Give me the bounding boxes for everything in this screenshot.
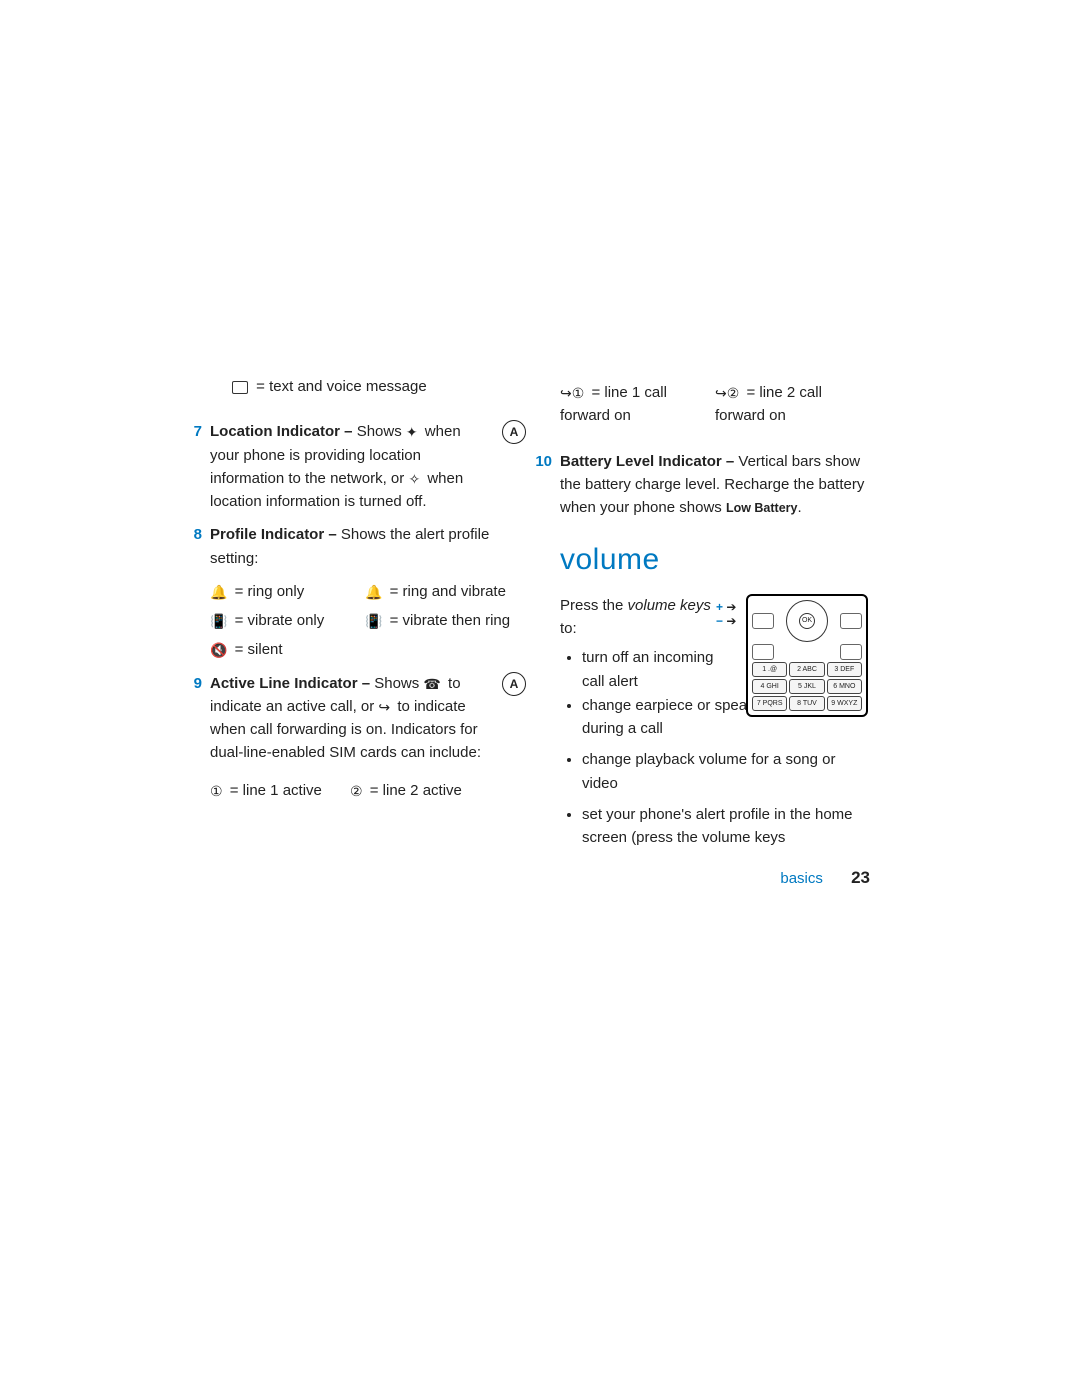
list-item-10: 10 Battery Level Indicator – Vertical ba…	[560, 450, 870, 520]
volume-bullets: turn off an incoming call alert	[560, 646, 730, 693]
key-9: 9 WXYZ	[827, 696, 862, 711]
key-2: 2 ABC	[789, 662, 824, 677]
silent-icon: 🔇	[210, 643, 227, 657]
key-5: 5 JKL	[789, 679, 824, 694]
page-footer: basics 23	[780, 865, 870, 891]
left-column: = text and voice message 7 Location Indi…	[210, 375, 520, 857]
ring-vibrate-icon: 🔔	[365, 585, 382, 599]
line1-active-label: = line 1 active	[230, 782, 322, 799]
key-6: 6 MNO	[827, 679, 862, 694]
call-forward-icon: ↪	[378, 700, 390, 714]
text-voice-icon	[232, 381, 248, 394]
key-1: 1 .@	[752, 662, 787, 677]
line1-active-icon: ①	[210, 784, 223, 798]
vibrate-only-label: = vibrate only	[235, 612, 325, 629]
softkey-right-icon	[840, 613, 862, 629]
item10-dot: .	[797, 499, 801, 516]
key-3: 3 DEF	[827, 662, 862, 677]
vol-intro-a: Press the	[560, 597, 628, 614]
low-battery-text: Low Battery	[726, 501, 798, 515]
line1-fwd-icon: ↪①	[560, 386, 584, 400]
right-column: ↪① = line 1 call forward on ↪② = line 2 …	[560, 375, 870, 857]
phone-keypad-figure: + ➔ − ➔	[746, 594, 870, 717]
location-on-icon: ✦	[406, 425, 418, 439]
item-number: 8	[180, 523, 202, 546]
item-number: 10	[530, 450, 552, 473]
item10-title: Battery Level Indicator –	[560, 453, 734, 470]
vol-intro-b: volume keys	[628, 597, 711, 614]
ring-vibrate-label: = ring and vibrate	[390, 583, 506, 600]
bullet-4: set your phone's alert profile in the ho…	[582, 803, 870, 850]
item-number: 7	[180, 420, 202, 443]
list-item-7: 7 Location Indicator – Shows ✦ when your…	[210, 420, 520, 513]
volume-bullets-cont: change earpiece or speakerphone volume d…	[560, 694, 870, 850]
volume-heading: volume	[560, 537, 870, 584]
line2-active-icon: ②	[350, 784, 363, 798]
list-item-8: 8 Profile Indicator – Shows the alert pr…	[210, 523, 520, 661]
item9-title: Active Line Indicator –	[210, 675, 370, 692]
vibrate-ring-label: = vibrate then ring	[390, 612, 511, 629]
end-key-icon	[840, 644, 862, 660]
page-number: 23	[851, 868, 870, 887]
location-off-icon: ✧	[408, 472, 420, 486]
ring-only-icon: 🔔	[210, 585, 227, 599]
item-number: 9	[180, 672, 202, 695]
accessory-badge-icon: A	[502, 420, 526, 444]
bullet-1: turn off an incoming call alert	[582, 646, 730, 693]
text-voice-row: = text and voice message	[232, 375, 520, 398]
vol-intro-c: to:	[560, 620, 577, 637]
silent-label: = silent	[235, 641, 283, 658]
item7-title: Location Indicator –	[210, 423, 353, 440]
item8-title: Profile Indicator –	[210, 526, 337, 543]
vibrate-only-icon: 📳	[210, 614, 227, 628]
line2-fwd-icon: ↪②	[715, 386, 739, 400]
item9-body-a: Shows	[374, 675, 423, 692]
section-label: basics	[780, 870, 823, 887]
accessory-badge-icon: A	[502, 672, 526, 696]
item7-body-a: Shows	[357, 423, 406, 440]
bullet-3: change playback volume for a song or vid…	[582, 748, 870, 795]
volume-intro: Press the volume keys to: turn off an in…	[560, 594, 730, 693]
softkey-left-icon	[752, 613, 774, 629]
ring-only-label: = ring only	[235, 583, 305, 600]
list-item-9: 9 Active Line Indicator – Shows ☎ to ind…	[210, 672, 520, 802]
call-key-icon	[752, 644, 774, 660]
vibrate-ring-icon: 📳	[365, 614, 382, 628]
key-4: 4 GHI	[752, 679, 787, 694]
key-8: 8 TUV	[789, 696, 824, 711]
active-call-icon: ☎	[423, 677, 440, 691]
key-7: 7 PQRS	[752, 696, 787, 711]
text-voice-label: = text and voice message	[256, 378, 427, 395]
dpad-icon	[786, 600, 828, 642]
volume-arrows-icon: + ➔ − ➔	[716, 600, 736, 628]
line2-active-label: = line 2 active	[370, 782, 462, 799]
